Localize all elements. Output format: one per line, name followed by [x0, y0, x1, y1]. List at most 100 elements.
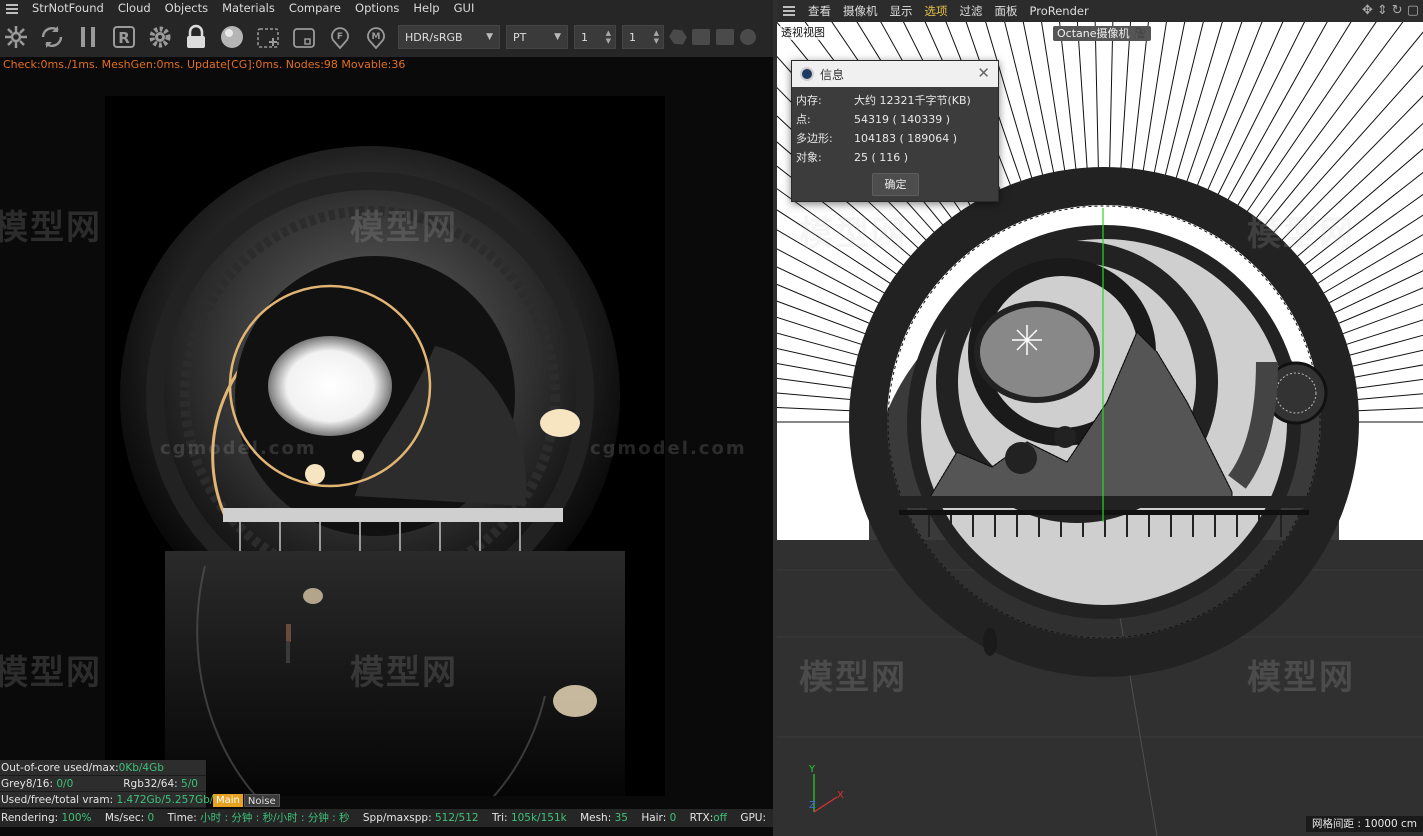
watermark: 模型网: [0, 653, 102, 693]
info-value: 54319 ( 140339 ): [854, 113, 951, 126]
rendered-image: [105, 96, 665, 796]
wireframe-ray: [1253, 31, 1423, 240]
settings-gear-icon[interactable]: [146, 22, 174, 52]
info-value: 大约 12321千字节(KB): [854, 94, 971, 107]
spin-arrows-icon[interactable]: ▲ ▼: [654, 29, 659, 45]
send-scene-icon[interactable]: [2, 22, 30, 52]
rtx-label: RTX:: [689, 812, 714, 824]
grid-distance: 网格间距 : 10000 cm: [1306, 816, 1423, 832]
pause-icon[interactable]: [74, 22, 102, 52]
menu-objects[interactable]: Objects: [159, 0, 216, 17]
svg-text:R: R: [118, 29, 130, 47]
tonemap-select-value: HDR/sRGB: [405, 30, 463, 44]
wireframe-ray: [1312, 252, 1423, 313]
film-icon[interactable]: [692, 29, 710, 45]
tag-noise[interactable]: Noise: [243, 794, 280, 807]
tri-label: Tri:: [491, 812, 508, 824]
wireframe-ray: [777, 347, 874, 371]
camera-label-text: Octane摄像机: [1057, 27, 1130, 40]
hair-label: Hair:: [641, 812, 667, 824]
rotate-view-icon[interactable]: ↻: [1392, 3, 1403, 18]
maximize-view-icon[interactable]: ▢: [1407, 3, 1419, 18]
rgb-label: Rgb32/64:: [123, 778, 178, 790]
add-region-icon[interactable]: [254, 22, 282, 52]
kernel-select[interactable]: PT ▼: [506, 25, 568, 49]
circle-icon[interactable]: [740, 29, 756, 45]
menu-cloud[interactable]: Cloud: [112, 0, 159, 17]
info-dialog: 信息 ✕ 内存: 大约 12321千字节(KB) 点: 54319 ( 140339…: [791, 60, 999, 202]
lock-icon[interactable]: [182, 22, 210, 52]
grey-label: Grey8/16:: [1, 778, 54, 790]
wireframe-ray: [1190, 22, 1263, 203]
grey-value: 0/0: [56, 778, 74, 790]
material-picker-icon[interactable]: M: [362, 22, 390, 52]
menu-gui[interactable]: GUI: [448, 0, 483, 17]
ok-button[interactable]: 确定: [872, 173, 919, 196]
hamburger-menu-icon[interactable]: [4, 0, 20, 17]
dialog-titlebar[interactable]: 信息 ✕: [792, 61, 998, 87]
wireframe-ray: [1129, 22, 1149, 188]
axis-y-label: Y: [809, 764, 816, 775]
time-label: Time:: [167, 812, 197, 824]
region-render-icon[interactable]: R: [110, 22, 138, 52]
wireframe-ray: [777, 332, 877, 361]
spin-arrows-icon[interactable]: ▲ ▼: [606, 29, 611, 45]
hamburger-menu-icon[interactable]: [781, 3, 797, 20]
info-value: 25 ( 116 ): [854, 151, 909, 164]
menu-prorender[interactable]: ProRender: [1025, 0, 1096, 22]
spin-field-b[interactable]: 1 ▲ ▼: [622, 25, 664, 49]
axis-z-label: Z: [809, 800, 816, 811]
menu-panel[interactable]: 面板: [990, 0, 1025, 22]
menu-help[interactable]: Help: [407, 0, 447, 17]
material-sphere-icon[interactable]: [218, 22, 246, 52]
wireframe-ray: [1261, 64, 1423, 247]
info-key: 多边形:: [796, 132, 833, 145]
render-pass-tags: Main Noise: [213, 794, 280, 807]
render-preview[interactable]: [105, 96, 665, 796]
move-view-icon[interactable]: ✥: [1362, 3, 1373, 18]
menu-display[interactable]: 显示: [885, 0, 920, 22]
spin-field-a-value: 1: [581, 30, 588, 44]
rendering-value: 100%: [61, 812, 92, 824]
close-icon[interactable]: ✕: [977, 64, 990, 82]
menu-options[interactable]: Options: [349, 0, 407, 17]
camera-label[interactable]: Octane摄像机 🎥: [1053, 26, 1151, 41]
chevron-down-icon: ▼: [486, 32, 493, 42]
viewport-label: 透视视图: [779, 26, 827, 40]
vram-value: 1.472Gb/5.257Gb/8G: [116, 794, 229, 806]
wireframe-ray: [1227, 22, 1352, 222]
dialog-body: 内存: 大约 12321千字节(KB) 点: 54319 ( 140339 ) 多边…: [792, 87, 998, 167]
kernel-select-value: PT: [513, 30, 527, 44]
hexagon-icon[interactable]: [667, 26, 689, 48]
focus-picker-icon[interactable]: F: [326, 22, 354, 52]
camera-icon: 🎥: [1133, 27, 1147, 40]
render-status-line: Check:0ms./1ms. MeshGen:0ms. Update[CG]:…: [3, 58, 406, 71]
tonemap-select[interactable]: HDR/sRGB ▼: [398, 25, 500, 49]
wireframe-ray: [1119, 22, 1132, 187]
menu-filter[interactable]: 过滤: [955, 0, 990, 22]
tag-main[interactable]: Main: [213, 794, 243, 807]
film-region-icon[interactable]: [290, 22, 318, 52]
rendering-label: Rendering:: [1, 812, 59, 824]
out-of-core-value: 0Kb/4Gb: [118, 762, 164, 774]
menu-strnotfound[interactable]: StrNotFound: [26, 0, 112, 17]
restart-render-icon[interactable]: [38, 22, 66, 52]
mesh-label: Mesh:: [580, 812, 612, 824]
c4d-viewport-panel: 查看 摄像机 显示 选项 过滤 面板 ProRender ✥ ⇕ ↻ ▢ 透视视…: [777, 0, 1423, 836]
texture-count-row: Grey8/16: 0/0 Rgb32/64: 5/0: [0, 776, 206, 792]
menu-camera[interactable]: 摄像机: [838, 0, 885, 22]
spin-field-b-value: 1: [629, 30, 636, 44]
zoom-view-icon[interactable]: ⇕: [1377, 3, 1388, 18]
gpu-stats-block: Out-of-core used/max:0Kb/4Gb Grey8/16: 0…: [0, 760, 228, 808]
camera-icon[interactable]: [716, 29, 734, 45]
wireframe-ray: [1170, 22, 1223, 196]
wireframe-ray: [1059, 22, 1079, 188]
menu-options-active[interactable]: 选项: [920, 0, 955, 22]
spin-field-a[interactable]: 1 ▲ ▼: [574, 25, 616, 49]
spp-label: Spp/maxspp:: [362, 812, 432, 824]
menu-materials[interactable]: Materials: [216, 0, 283, 17]
menu-view[interactable]: 查看: [803, 0, 838, 22]
info-key: 对象:: [796, 151, 822, 164]
menu-compare[interactable]: Compare: [283, 0, 349, 17]
wireframe-ray: [1268, 95, 1423, 254]
